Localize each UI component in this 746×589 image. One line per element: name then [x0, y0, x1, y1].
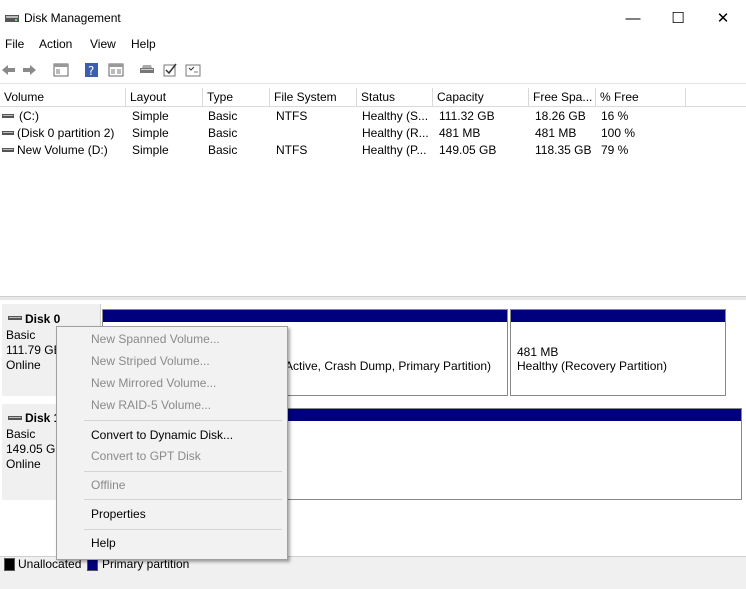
back-arrow-icon[interactable] [0, 62, 16, 78]
volume-file-system [276, 125, 356, 142]
menu-view[interactable]: View [90, 37, 116, 51]
menu-properties[interactable]: Properties [91, 507, 146, 521]
volume-free-space: 118.35 GB [535, 143, 592, 157]
volume-capacity: 111.32 GB [439, 109, 495, 123]
disk-type: Basic [6, 328, 36, 342]
column-layout[interactable]: Layout [126, 88, 203, 106]
volume-file-system: NTFS [276, 109, 308, 123]
menu-help[interactable]: Help [91, 536, 116, 550]
menu-offline[interactable]: Offline [91, 478, 125, 492]
column-type[interactable]: Type [203, 88, 270, 106]
menu-separator [84, 471, 282, 472]
check-icon[interactable] [162, 62, 178, 78]
help-icon[interactable]: ? [84, 62, 100, 78]
volume-free-space: 18.26 GB [535, 109, 586, 123]
column-capacity[interactable]: Capacity [433, 88, 529, 106]
volume-type: Basic [208, 126, 238, 140]
partition-status: Active, Crash Dump, Primary Partition) [285, 359, 492, 373]
partition-bar [511, 310, 725, 322]
volume-icon [2, 148, 14, 152]
volume-percent-free: 100 % [601, 126, 636, 140]
list-icon[interactable] [185, 62, 201, 78]
volume-percent-free: 79 % [601, 143, 629, 157]
properties-icon[interactable] [108, 62, 124, 78]
menu-separator [84, 499, 282, 500]
volume-free-space: 481 MB [535, 126, 577, 140]
menu-help[interactable]: Help [131, 37, 156, 51]
column-percent-free[interactable]: % Free [596, 88, 686, 106]
svg-text:?: ? [88, 64, 94, 78]
volume-name: (Disk 0 partition 2) [17, 126, 115, 140]
volume-percent-free: 16 % [601, 109, 629, 123]
menu-separator [84, 529, 282, 530]
disk-icon[interactable] [139, 62, 155, 78]
volume-type: Basic [208, 109, 238, 123]
volume-icon [2, 131, 14, 135]
disk-status: Online [6, 457, 41, 471]
disk-management-icon [5, 15, 19, 22]
volume-layout: Simple [132, 109, 169, 123]
maximize-button[interactable]: ☐ [655, 0, 701, 36]
disk-size: 149.05 GB [6, 442, 64, 456]
menu-new-striped-volume[interactable]: New Striped Volume... [91, 354, 210, 368]
forward-arrow-icon[interactable] [22, 62, 38, 78]
partition-status: Healthy (Recovery Partition) [517, 359, 668, 373]
volume-capacity: 481 MB [439, 126, 481, 140]
volume-capacity: 149.05 GB [439, 143, 497, 157]
menu-new-raid5-volume[interactable]: New RAID-5 Volume... [91, 398, 211, 412]
disk-name: Disk 0 [25, 312, 61, 326]
volume-status: Healthy (P... [362, 143, 427, 157]
column-file-system[interactable]: File System [270, 88, 357, 106]
partition-bar [103, 310, 507, 322]
window-title: Disk Management [24, 11, 121, 25]
column-free-space[interactable]: Free Spa... [529, 88, 596, 106]
menu-action[interactable]: Action [39, 37, 72, 51]
menu-file[interactable]: File [5, 37, 24, 51]
volume-icon [2, 114, 14, 118]
volume-layout: Simple [132, 143, 169, 157]
volume-type: Basic [208, 143, 238, 157]
volume-layout: Simple [132, 126, 169, 140]
volume-status: Healthy (S... [362, 109, 429, 123]
volume-name: (C:) [19, 109, 39, 123]
unallocated-swatch [4, 558, 15, 571]
menu-new-mirrored-volume[interactable]: New Mirrored Volume... [91, 376, 216, 390]
menu-convert-to-dynamic-disk[interactable]: Convert to Dynamic Disk... [91, 428, 233, 442]
menu-convert-to-gpt-disk[interactable]: Convert to GPT Disk [91, 449, 201, 463]
disk-icon [8, 316, 22, 320]
volume-file-system: NTFS [276, 143, 308, 157]
console-tree-icon[interactable] [53, 62, 69, 78]
disk-size: 111.79 GB [6, 343, 62, 357]
menu-new-spanned-volume[interactable]: New Spanned Volume... [91, 332, 220, 346]
disk-type: Basic [6, 427, 36, 441]
volume-status: Healthy (R... [362, 126, 429, 140]
menu-separator [84, 420, 282, 421]
close-button[interactable]: ✕ [700, 0, 746, 36]
disk-icon [8, 416, 22, 420]
volume-name: New Volume (D:) [17, 143, 108, 157]
partition-size: 481 MB [517, 345, 559, 359]
column-volume[interactable]: Volume [0, 88, 126, 106]
minimize-button[interactable]: — [610, 0, 656, 36]
column-status[interactable]: Status [357, 88, 433, 106]
disk-status: Online [6, 358, 41, 372]
